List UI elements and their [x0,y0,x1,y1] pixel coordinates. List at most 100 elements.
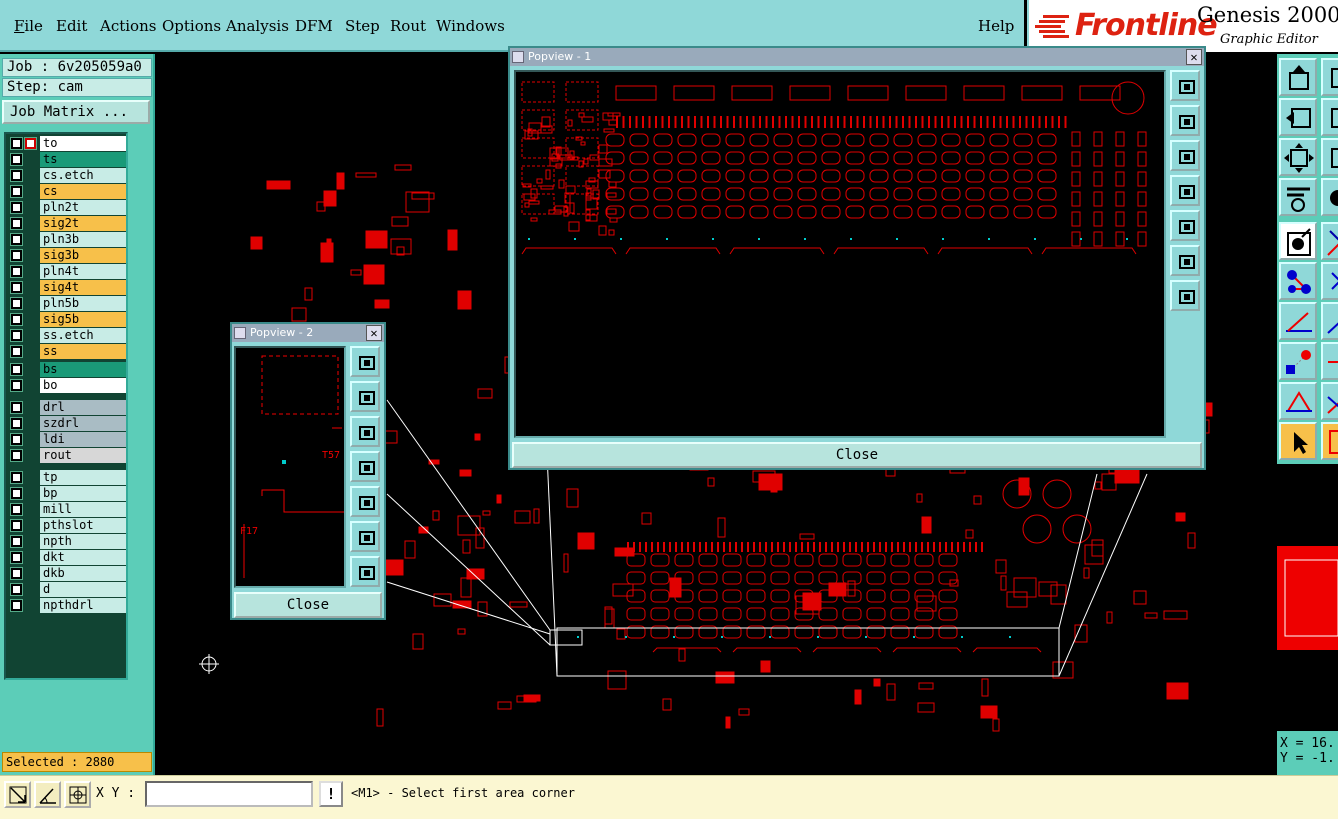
layer-name[interactable]: ldi [40,432,126,447]
layer-visibility-checkbox[interactable] [10,233,23,246]
menu-options[interactable]: Options [162,17,221,35]
layer-row-sig2t[interactable]: sig2t [8,216,126,231]
layer-row-pthslot[interactable]: pthslot [8,518,126,533]
layer-name[interactable]: pln5b [40,296,126,311]
layer-row-dkb[interactable]: dkb [8,566,126,581]
layer-name[interactable]: rout [40,448,126,463]
popview-2-close-icon[interactable]: ✕ [366,325,382,341]
pan-right-button[interactable] [1321,98,1338,136]
layer-visibility-checkbox[interactable] [10,265,23,278]
xy-coordinate-input[interactable] [145,781,313,807]
layer-name[interactable]: sig2t [40,216,126,231]
grid-snap-button[interactable] [64,781,91,808]
layer-visibility-checkbox[interactable] [10,201,23,214]
layer-visibility-checkbox[interactable] [10,503,23,516]
pad-add-button[interactable] [1279,342,1317,380]
layer-visibility-checkbox[interactable] [10,401,23,414]
layer-name[interactable]: pthslot [40,518,126,533]
popview-2-titlebar[interactable]: Popview - 2 [232,324,384,342]
layer-name[interactable]: sig5b [40,312,126,327]
cross-tool-button[interactable] [1321,262,1338,300]
zoom-home-button[interactable] [1279,58,1317,96]
layer-name[interactable]: bs [40,362,126,377]
layer-row-pln5b[interactable]: pln5b [8,296,126,311]
layer-row-npth[interactable]: npth [8,534,126,549]
layer-row-pln2t[interactable]: pln2t [8,200,126,215]
layer-name[interactable]: sig3b [40,248,126,263]
job-matrix-button[interactable]: Job Matrix ... [2,100,150,124]
layer-visibility-checkbox[interactable] [10,153,23,166]
zoom-out-button[interactable] [350,556,380,587]
layer-visibility-checkbox[interactable] [10,297,23,310]
layer-row-npthdrl[interactable]: npthdrl [8,598,126,613]
layer-name[interactable]: ss [40,344,126,359]
layer-row-dkt[interactable]: dkt [8,550,126,565]
popview-2-close-button[interactable]: Close [234,592,382,618]
layer-row-drl[interactable]: drl [8,400,126,415]
layer-visibility-checkbox[interactable] [10,137,23,150]
zoom-out-button[interactable] [1170,280,1200,311]
pan-left-button[interactable] [350,451,380,482]
vector-tool-button[interactable] [1321,382,1338,420]
popview-1-view[interactable] [514,70,1166,438]
layer-row-ts[interactable]: ts [8,152,126,167]
layer-visibility-checkbox[interactable] [10,249,23,262]
layer-visibility-checkbox[interactable] [10,379,23,392]
window-menu-icon[interactable] [512,51,524,63]
zoom-home-button[interactable] [1170,70,1200,101]
layer-visibility-checkbox[interactable] [10,169,23,182]
pan-up-button[interactable] [1170,105,1200,136]
pan-left-button[interactable] [1279,98,1317,136]
layer-visibility-checkbox[interactable] [10,329,23,342]
layer-name[interactable]: dkt [40,550,126,565]
slope-tool-button[interactable] [1321,302,1338,340]
layer-visibility-checkbox[interactable] [10,281,23,294]
layer-row-sig5b[interactable]: sig5b [8,312,126,327]
menu-rout[interactable]: Rout [390,17,426,35]
pan-left-button[interactable] [1170,175,1200,206]
angle-tool-button[interactable] [1279,302,1317,340]
layer-visibility-checkbox[interactable] [10,313,23,326]
layer-visibility-checkbox[interactable] [10,363,23,376]
layer-visibility-checkbox[interactable] [10,433,23,446]
layer-row-to[interactable]: to [8,136,126,151]
layer-visibility-checkbox[interactable] [10,449,23,462]
layer-row-pln4t[interactable]: pln4t [8,264,126,279]
zoom-fit-button[interactable] [1279,138,1317,176]
menu-step[interactable]: Step [345,17,380,35]
pointer-tool-button[interactable] [1279,422,1317,460]
layer-name[interactable]: d [40,582,126,597]
layer-row-bs[interactable]: bs [8,362,126,377]
layer-row-cs-etch[interactable]: cs.etch [8,168,126,183]
window-menu-icon[interactable] [234,327,246,339]
layer-visibility-checkbox[interactable] [10,519,23,532]
layer-name[interactable]: to [40,136,126,151]
layer-row-sig4t[interactable]: sig4t [8,280,126,295]
layer-row-pln3b[interactable]: pln3b [8,232,126,247]
layer-visibility-checkbox[interactable] [10,551,23,564]
layer-visibility-checkbox[interactable] [10,567,23,580]
layer-visibility-checkbox[interactable] [10,535,23,548]
layer-visibility-checkbox[interactable] [10,417,23,430]
layer-row-tp[interactable]: tp [8,470,126,485]
zoom-in-button[interactable] [350,521,380,552]
net-tool-button[interactable] [1279,262,1317,300]
layer-name[interactable]: mill [40,502,126,517]
layer-visibility-checkbox[interactable] [10,217,23,230]
layer-name[interactable]: dkb [40,566,126,581]
alert-button[interactable]: ! [319,781,343,807]
zoom-in-button[interactable] [1170,245,1200,276]
popview-1-titlebar[interactable]: Popview - 1 [510,48,1204,66]
layer-name[interactable]: ts [40,152,126,167]
layer-name[interactable]: pln2t [40,200,126,215]
zoom-out-button[interactable] [1321,58,1338,96]
layer-row-ss-etch[interactable]: ss.etch [8,328,126,343]
popview-2-view[interactable]: T57 F17 [234,346,346,588]
menu-edit[interactable]: Edit [56,17,87,35]
layer-row-bp[interactable]: bp [8,486,126,501]
pan-down-button[interactable] [1170,140,1200,171]
snap-mode-button[interactable] [4,781,31,808]
pad-tool-button[interactable] [1321,178,1338,216]
layer-row-bo[interactable]: bo [8,378,126,393]
popview-1-close-button[interactable]: Close [512,442,1202,468]
